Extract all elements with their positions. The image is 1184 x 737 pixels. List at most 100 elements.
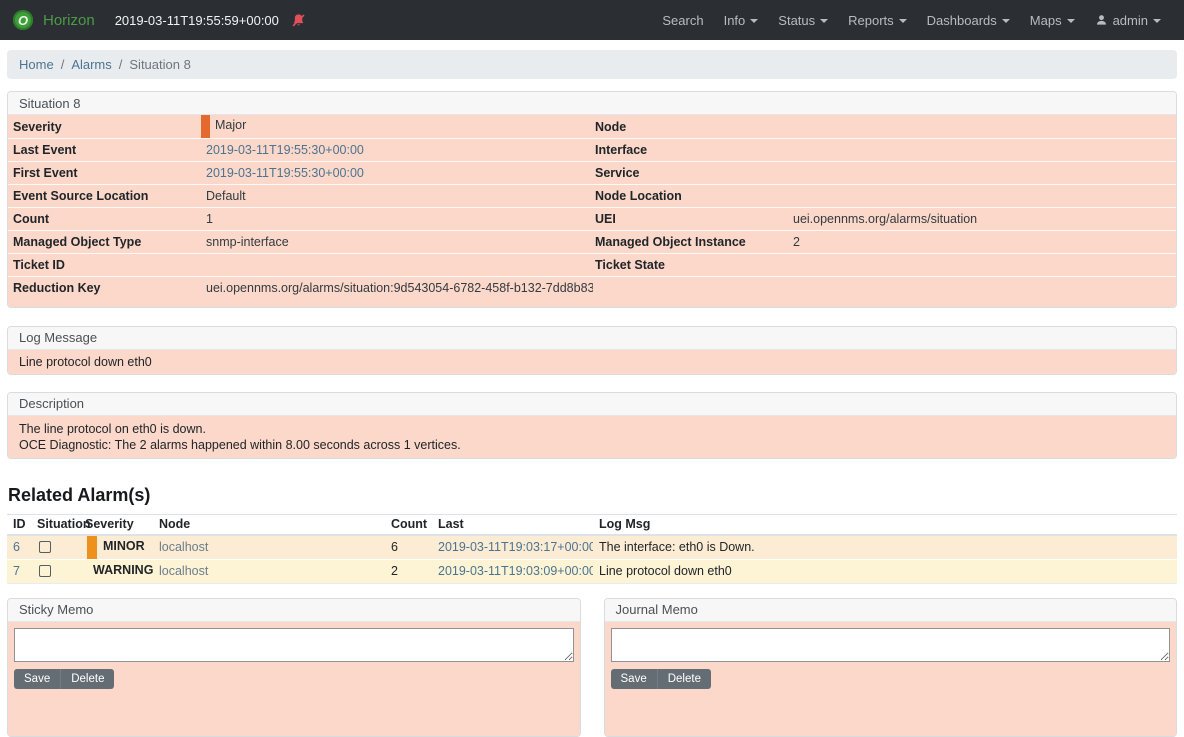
breadcrumb-alarms-link[interactable]: Alarms (71, 57, 111, 72)
log-message-card: Log Message Line protocol down eth0 (7, 326, 1177, 375)
field-label: Reduction Key (8, 277, 198, 300)
journal-memo-card: Journal Memo Save Delete (604, 598, 1178, 737)
nav-item-reports[interactable]: Reports (838, 13, 917, 28)
breadcrumb-separator: / (61, 57, 65, 72)
field-label: Event Source Location (8, 185, 198, 208)
field-label: Count (8, 208, 198, 231)
description-card: Description The line protocol on eth0 is… (7, 392, 1177, 459)
alarm-id-link[interactable]: 6 (13, 540, 20, 554)
situation-detail-table: Severity Major Node Last Event 2019-03-1… (8, 115, 1176, 300)
navbar-timestamp: 2019-03-11T19:55:59+00:00 (115, 13, 279, 28)
description-body: The line protocol on eth0 is down. OCE D… (8, 416, 1176, 458)
alarm-count: 6 (385, 535, 432, 560)
sticky-memo-save-button[interactable]: Save (14, 669, 60, 689)
detail-row-severity: Severity Major Node (8, 115, 1176, 139)
chevron-down-icon (899, 19, 907, 23)
field-value: Default (198, 185, 593, 208)
sticky-memo-card: Sticky Memo Save Delete (7, 598, 581, 737)
alarm-count: 2 (385, 559, 432, 583)
field-value (791, 139, 1176, 162)
last-event-time: 2019-03-11T19:55:30+00:00 (206, 143, 364, 157)
field-value (791, 185, 1176, 208)
field-value: Major (198, 115, 593, 139)
related-alarms-header-row: ID Situation Severity Node Count Last Lo… (7, 514, 1177, 535)
nav-item-search[interactable]: Search (652, 13, 713, 28)
sticky-memo-textarea[interactable] (14, 628, 574, 662)
column-header-log-msg: Log Msg (593, 514, 1177, 535)
description-title: Description (8, 393, 1176, 416)
field-value (791, 162, 1176, 185)
field-label: UEI (593, 208, 791, 231)
opennms-logo-icon[interactable]: O (13, 10, 33, 30)
log-message-body: Line protocol down eth0 (8, 350, 1176, 374)
nav-item-info[interactable]: Info (714, 13, 769, 28)
alarm-log-msg: The interface: eth0 is Down. (593, 535, 1177, 560)
related-alarms-table: ID Situation Severity Node Count Last Lo… (7, 514, 1177, 584)
situation-checkbox[interactable] (39, 565, 51, 577)
detail-row-event-source-location: Event Source Location Default Node Locat… (8, 185, 1176, 208)
description-line-2: OCE Diagnostic: The 2 alarms happened wi… (19, 437, 1165, 453)
nav-item-status[interactable]: Status (768, 13, 838, 28)
field-label: Ticket State (593, 254, 791, 277)
detail-row-first-event: First Event 2019-03-11T19:55:30+00:00 Se… (8, 162, 1176, 185)
sticky-memo-delete-button[interactable]: Delete (60, 669, 114, 689)
chevron-down-icon (1153, 19, 1161, 23)
field-label: Severity (8, 115, 198, 139)
breadcrumb: Home / Alarms / Situation 8 (7, 50, 1177, 79)
node-link[interactable]: localhost (159, 564, 208, 578)
field-value: uei.opennms.org/alarms/situation:9d54305… (198, 277, 593, 300)
field-value (791, 115, 1176, 139)
chevron-down-icon (1067, 19, 1075, 23)
column-header-severity: Severity (79, 514, 153, 535)
alarm-last-time: 2019-03-11T19:03:17+00:00 (438, 540, 593, 554)
field-label: Node (593, 115, 791, 139)
breadcrumb-separator: / (119, 57, 123, 72)
nav-item-dashboards[interactable]: Dashboards (917, 13, 1020, 28)
log-message-title: Log Message (8, 327, 1176, 350)
severity-indicator (201, 115, 210, 138)
nav-item-maps[interactable]: Maps (1020, 13, 1085, 28)
field-value: snmp-interface (198, 231, 593, 254)
sticky-memo-title: Sticky Memo (8, 599, 580, 622)
breadcrumb-current: Situation 8 (129, 57, 190, 72)
field-value: 2019-03-11T19:55:30+00:00 (198, 139, 593, 162)
field-value: uei.opennms.org/alarms/situation (791, 208, 1176, 231)
detail-row-count: Count 1 UEI uei.opennms.org/alarms/situa… (8, 208, 1176, 231)
related-alarm-row: 6 MINOR localhost 6 2019-03-11T19:03:17+… (7, 535, 1177, 560)
field-label: Managed Object Type (8, 231, 198, 254)
field-value (198, 254, 593, 277)
journal-memo-save-button[interactable]: Save (611, 669, 657, 689)
nav-item-user-admin[interactable]: admin (1085, 13, 1171, 28)
column-header-situation: Situation (31, 514, 79, 535)
situation-checkbox[interactable] (39, 541, 51, 553)
alarm-last-time: 2019-03-11T19:03:09+00:00 (438, 564, 593, 578)
field-label: First Event (8, 162, 198, 185)
related-alarms-heading: Related Alarm(s) (8, 485, 1177, 506)
journal-memo-textarea[interactable] (611, 628, 1171, 662)
alarm-log-msg: Line protocol down eth0 (593, 559, 1177, 583)
brand-horizon[interactable]: Horizon (43, 12, 95, 29)
field-label: Managed Object Instance (593, 231, 791, 254)
user-icon (1095, 14, 1108, 27)
detail-row-ticket-id: Ticket ID Ticket State (8, 254, 1176, 277)
description-line-1: The line protocol on eth0 is down. (19, 421, 1165, 437)
field-label: Interface (593, 139, 791, 162)
field-value: 1 (198, 208, 593, 231)
situation-detail-card: Situation 8 Severity Major Node La (7, 91, 1177, 308)
severity-cell: WARNING (79, 559, 153, 583)
notifications-off-icon[interactable] (291, 13, 306, 28)
field-value (791, 254, 1176, 277)
chevron-down-icon (750, 19, 758, 23)
detail-row-managed-object-type: Managed Object Type snmp-interface Manag… (8, 231, 1176, 254)
severity-indicator (87, 536, 97, 559)
journal-memo-delete-button[interactable]: Delete (657, 669, 711, 689)
node-link[interactable]: localhost (159, 540, 208, 554)
sticky-memo-actions: Save Delete (14, 669, 114, 689)
field-value (791, 277, 1176, 300)
field-label (593, 277, 791, 300)
detail-row-last-event: Last Event 2019-03-11T19:55:30+00:00 Int… (8, 139, 1176, 162)
breadcrumb-home-link[interactable]: Home (19, 57, 54, 72)
situation-card-title: Situation 8 (8, 92, 1176, 115)
field-label: Ticket ID (8, 254, 198, 277)
alarm-id-link[interactable]: 7 (13, 564, 20, 578)
